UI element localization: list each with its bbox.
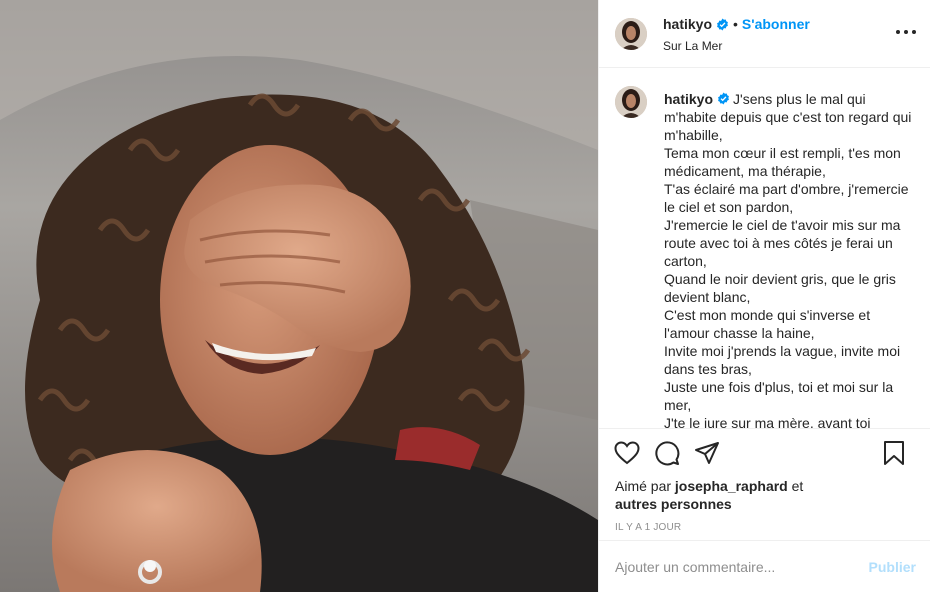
selfie-illustration: [0, 0, 598, 592]
header-text: hatikyo • S'abonner Sur La Mer: [663, 15, 810, 53]
verified-badge-icon: [716, 17, 729, 31]
bookmark-save-icon[interactable]: [880, 439, 908, 467]
verified-badge-icon: [717, 91, 730, 105]
likes-summary: Aimé par josepha_raphard et autres perso…: [615, 477, 914, 513]
post-photo[interactable]: [0, 0, 598, 592]
header-top: hatikyo • S'abonner: [663, 15, 810, 33]
like-heart-icon[interactable]: [613, 439, 641, 467]
comment-bubble-icon[interactable]: [653, 439, 681, 467]
liked-by-user[interactable]: josepha_raphard: [675, 478, 788, 494]
share-paper-plane-icon[interactable]: [693, 439, 721, 467]
avatar-image: [615, 86, 647, 118]
action-icons: [613, 429, 914, 477]
caption-author-avatar[interactable]: [615, 86, 647, 118]
caption-area: hatikyo J'sens plus le mal qui m'habite d…: [599, 68, 930, 428]
post-timestamp[interactable]: Il y a 1 jour: [615, 522, 914, 533]
author-username[interactable]: hatikyo: [663, 15, 712, 33]
avatar-image: [615, 17, 647, 50]
comment-input[interactable]: [615, 558, 869, 575]
publish-button[interactable]: Publier: [869, 559, 916, 575]
caption-line-5: Quand le noir devient gris, que le gris …: [664, 271, 896, 305]
caption-username[interactable]: hatikyo: [664, 91, 713, 107]
caption-line-6: C'est mon monde qui s'inverse et l'amour…: [664, 307, 871, 341]
likes-connector: et: [791, 478, 804, 494]
likes-prefix: Aimé par: [615, 478, 672, 494]
caption-line-4: J'remercie le ciel de t'avoir mis sur ma…: [664, 217, 901, 269]
post-location[interactable]: Sur La Mer: [663, 39, 810, 53]
caption-line-3: T'as éclairé ma part d'ombre, j'remercie…: [664, 181, 909, 215]
instagram-post: hatikyo • S'abonner Sur La Mer hatikyo J…: [0, 0, 930, 592]
likes-others[interactable]: autres personnes: [615, 496, 732, 512]
author-avatar[interactable]: [615, 17, 647, 50]
post-actions: Aimé par josepha_raphard et autres perso…: [599, 428, 930, 540]
comment-box: Publier: [599, 540, 930, 592]
caption-text: hatikyo J'sens plus le mal qui m'habite d…: [664, 90, 914, 428]
post-sidebar: hatikyo • S'abonner Sur La Mer hatikyo J…: [598, 0, 930, 592]
caption-line-2: Tema mon cœur il est rempli, t'es mon mé…: [664, 145, 901, 179]
caption-line-7: Invite moi j'prends la vague, invite moi…: [664, 343, 901, 377]
caption-line-9: J'te le jure sur ma mère, avant toi: [664, 415, 871, 428]
more-options-icon[interactable]: [896, 22, 916, 42]
follow-button[interactable]: S'abonner: [742, 15, 810, 33]
separator-dot: •: [733, 15, 738, 32]
caption-line-8: Juste une fois d'plus, toi et moi sur la…: [664, 379, 894, 413]
post-header: hatikyo • S'abonner Sur La Mer: [599, 0, 930, 68]
